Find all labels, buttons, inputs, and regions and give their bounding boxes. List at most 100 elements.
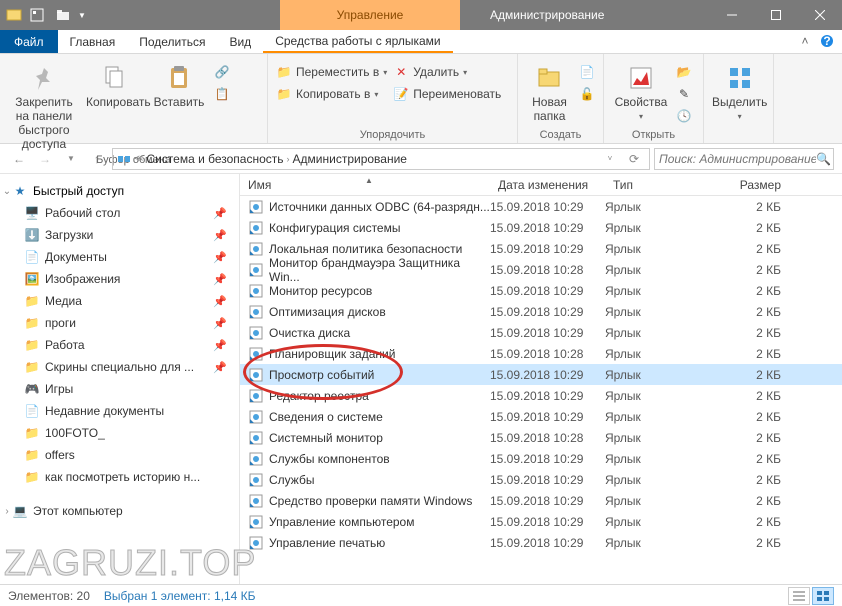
maximize-button[interactable] — [754, 0, 798, 30]
nav-item[interactable]: 📁Медиа📌 — [0, 290, 239, 312]
nav-item[interactable]: ⬇️Загрузки📌 — [0, 224, 239, 246]
file-row[interactable]: Очистка диска 15.09.2018 10:29 Ярлык 2 К… — [240, 322, 842, 343]
breadcrumb-seg-1[interactable]: Система и безопасность — [146, 152, 283, 166]
ribbon-collapse-icon[interactable]: ˄ — [796, 32, 814, 50]
search-box[interactable]: 🔍 — [654, 148, 834, 170]
file-row[interactable]: Сведения о системе 15.09.2018 10:29 Ярлы… — [240, 406, 842, 427]
pin-indicator-icon: 📌 — [213, 229, 227, 242]
column-date[interactable]: Дата изменения — [490, 178, 605, 192]
paste-shortcut-button[interactable]: 📋 — [214, 84, 230, 104]
nav-quick-access[interactable]: ⌄ ★ Быстрый доступ — [0, 180, 239, 202]
search-input[interactable] — [659, 152, 816, 166]
expand-icon[interactable]: ⌄ — [2, 186, 12, 197]
nav-item[interactable]: 🖥️Рабочий стол📌 — [0, 202, 239, 224]
expand-icon[interactable]: › — [2, 506, 12, 517]
new-folder-button[interactable]: Новая папка — [526, 58, 573, 124]
file-row[interactable]: Службы 15.09.2018 10:29 Ярлык 2 КБ — [240, 469, 842, 490]
nav-item[interactable]: 📁как посмотреть историю н... — [0, 466, 239, 488]
tab-share[interactable]: Поделиться — [127, 30, 217, 53]
copy-to-button[interactable]: 📁Копировать в▾ — [276, 84, 387, 104]
chevron-icon[interactable]: › — [287, 154, 290, 164]
file-row[interactable]: Просмотр событий 15.09.2018 10:29 Ярлык … — [240, 364, 842, 385]
rename-button[interactable]: 📝Переименовать — [393, 84, 501, 104]
tab-shortcut-tools[interactable]: Средства работы с ярлыками — [263, 30, 452, 53]
column-name[interactable]: Имя▲ — [240, 178, 490, 192]
view-large-button[interactable] — [812, 587, 834, 605]
tab-home[interactable]: Главная — [58, 30, 128, 53]
file-row[interactable]: Управление компьютером 15.09.2018 10:29 … — [240, 511, 842, 532]
search-icon[interactable]: 🔍 — [816, 152, 831, 166]
chevron-icon[interactable]: ≪ — [134, 153, 143, 164]
file-name: Конфигурация системы — [269, 221, 400, 235]
view-details-button[interactable] — [788, 587, 810, 605]
address-dropdown-icon[interactable]: ˅ — [599, 148, 621, 170]
nav-item[interactable]: 📄Недавние документы — [0, 400, 239, 422]
minimize-button[interactable] — [710, 0, 754, 30]
qat-newfolder-icon[interactable] — [52, 4, 74, 26]
copy-button[interactable]: Копировать — [86, 58, 144, 110]
breadcrumb-seg-2[interactable]: Администрирование — [293, 152, 407, 166]
properties-button[interactable]: Свойства▾ — [612, 58, 670, 123]
up-button[interactable]: ↑ — [86, 148, 108, 170]
column-size[interactable]: Размер — [723, 178, 793, 192]
easy-access-icon: 🔓 — [579, 86, 595, 102]
close-button[interactable] — [798, 0, 842, 30]
pin-quickaccess-button[interactable]: Закрепить на панели быстрого доступа — [8, 58, 80, 152]
nav-item[interactable]: 📁offers — [0, 444, 239, 466]
back-button[interactable]: ← — [8, 148, 30, 170]
file-row[interactable]: Конфигурация системы 15.09.2018 10:29 Яр… — [240, 217, 842, 238]
tab-file[interactable]: Файл — [0, 30, 58, 53]
column-type[interactable]: Тип — [605, 178, 723, 192]
file-size: 2 КБ — [723, 368, 793, 382]
nav-item[interactable]: 📄Документы📌 — [0, 246, 239, 268]
file-row[interactable]: Монитор ресурсов 15.09.2018 10:29 Ярлык … — [240, 280, 842, 301]
file-row[interactable]: Редактор реестра 15.09.2018 10:29 Ярлык … — [240, 385, 842, 406]
breadcrumb-root-icon[interactable] — [117, 152, 131, 166]
file-row[interactable]: Монитор брандмауэра Защитника Win... 15.… — [240, 259, 842, 280]
shortcut-file-icon — [248, 346, 264, 362]
nav-item[interactable]: 📁проги📌 — [0, 312, 239, 334]
qat-properties-icon[interactable] — [26, 4, 48, 26]
nav-item-label: Скрины специально для ... — [45, 360, 194, 374]
open-button[interactable]: 📂 — [676, 62, 692, 82]
history-button[interactable]: 🕓 — [676, 106, 692, 126]
nav-item[interactable]: 🖼️Изображения📌 — [0, 268, 239, 290]
nav-item[interactable]: 📁Работа📌 — [0, 334, 239, 356]
edit-icon: ✎ — [676, 86, 692, 102]
easy-access-button[interactable]: 🔓 — [579, 84, 595, 104]
new-item-button[interactable]: 📄 — [579, 62, 595, 82]
file-type: Ярлык — [605, 452, 723, 466]
refresh-button[interactable]: ⟳ — [623, 148, 645, 170]
file-row[interactable]: Оптимизация дисков 15.09.2018 10:29 Ярлы… — [240, 301, 842, 322]
file-date: 15.09.2018 10:29 — [490, 305, 605, 319]
move-to-button[interactable]: 📁Переместить в▾ — [276, 62, 387, 82]
breadcrumb[interactable]: ≪ Система и безопасность › Администриров… — [112, 148, 650, 170]
file-row[interactable]: Системный монитор 15.09.2018 10:28 Ярлык… — [240, 427, 842, 448]
file-row[interactable]: Службы компонентов 15.09.2018 10:29 Ярлы… — [240, 448, 842, 469]
help-icon[interactable]: ? — [818, 32, 836, 50]
edit-button[interactable]: ✎ — [676, 84, 692, 104]
file-row[interactable]: Источники данных ODBC (64-разрядн... 15.… — [240, 196, 842, 217]
select-button[interactable]: Выделить▾ — [712, 58, 767, 123]
copy-path-button[interactable]: 🔗 — [214, 62, 230, 82]
recent-dropdown-icon[interactable]: ▼ — [60, 148, 82, 170]
forward-button[interactable]: → — [34, 148, 56, 170]
nav-item[interactable]: 📁Скрины специально для ...📌 — [0, 356, 239, 378]
folder-icon: 📄 — [24, 403, 40, 419]
file-row[interactable]: Управление печатью 15.09.2018 10:29 Ярлы… — [240, 532, 842, 553]
file-date: 15.09.2018 10:29 — [490, 221, 605, 235]
nav-this-pc[interactable]: › 💻 Этот компьютер — [0, 500, 239, 522]
paste-button[interactable]: Вставить — [150, 58, 208, 110]
file-row[interactable]: Планировщик заданий 15.09.2018 10:28 Ярл… — [240, 343, 842, 364]
file-row[interactable]: Средство проверки памяти Windows 15.09.2… — [240, 490, 842, 511]
folder-icon: 📁 — [24, 447, 40, 463]
address-bar: ← → ▼ ↑ ≪ Система и безопасность › Админ… — [0, 144, 842, 174]
qat-dropdown-icon[interactable]: ▼ — [78, 0, 86, 30]
delete-button[interactable]: ✕Удалить▾ — [393, 62, 501, 82]
tab-view[interactable]: Вид — [217, 30, 263, 53]
file-date: 15.09.2018 10:28 — [490, 263, 605, 277]
nav-item[interactable]: 🎮Игры — [0, 378, 239, 400]
nav-item[interactable]: 📁100FOTO_ — [0, 422, 239, 444]
file-size: 2 КБ — [723, 431, 793, 445]
file-date: 15.09.2018 10:29 — [490, 452, 605, 466]
